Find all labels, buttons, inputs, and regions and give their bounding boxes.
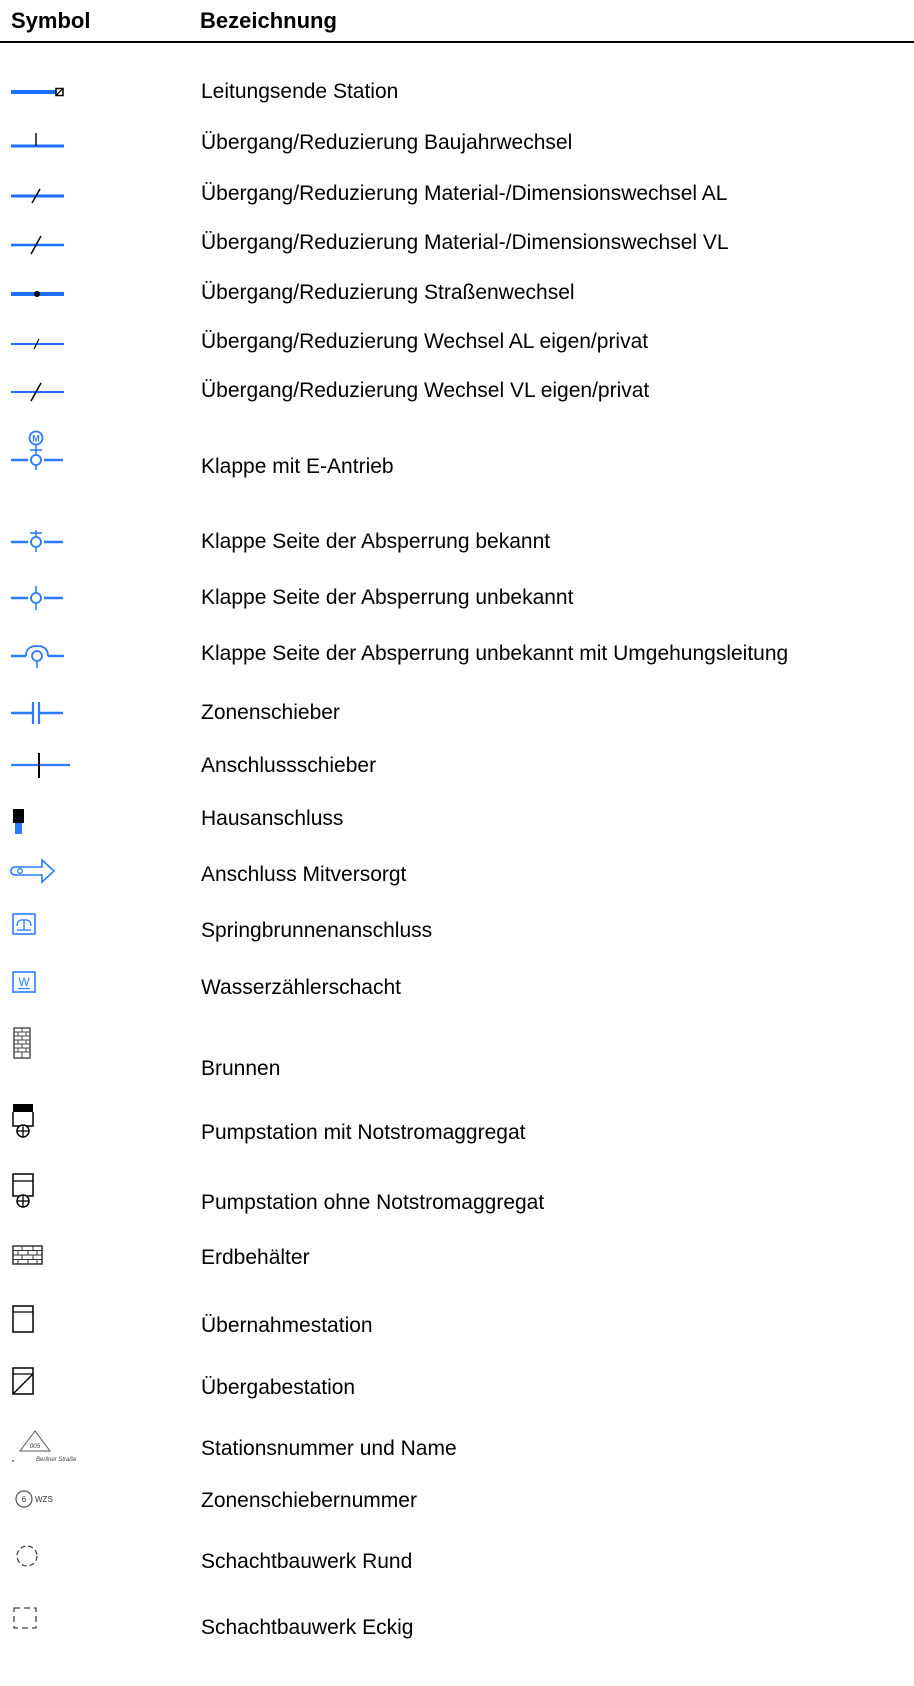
street-change-icon xyxy=(8,274,78,314)
station-number-text: 005 xyxy=(30,1443,41,1450)
valve-bypass-icon xyxy=(8,636,78,676)
legend-row: Übergang/Reduzierung Wechsel VL eigen/pr… xyxy=(0,372,914,412)
name-column-header: Bezeichnung xyxy=(200,8,337,33)
legend-label: Hausanschluss xyxy=(201,807,344,830)
legend-label: Stationsnummer und Name xyxy=(201,1437,457,1460)
legend-label: Klappe mit E-Antrieb xyxy=(201,455,394,478)
legend-label: Übergang/Reduzierung Wechsel AL eigen/pr… xyxy=(201,330,649,353)
water-meter-shaft-icon: W xyxy=(8,966,78,1006)
al-own-private-change-icon xyxy=(8,322,78,362)
legend-row: Leitungsende Station xyxy=(0,72,914,112)
legend-label: Klappe Seite der Absperrung unbekannt xyxy=(201,586,574,609)
legend-row: Klappe Seite der Absperrung unbekannt mi… xyxy=(0,636,914,676)
table-header: Symbol Bezeichnung xyxy=(0,0,914,42)
pump-station-emergency-power-icon xyxy=(8,1100,78,1160)
zone-gate-valve-icon xyxy=(8,696,78,736)
header-rule xyxy=(0,41,914,43)
legend-label: Wasserzählerschacht xyxy=(201,976,401,999)
legend-label: Schachtbauwerk Rund xyxy=(201,1550,413,1573)
legend-row: M Klappe mit E-Antrieb xyxy=(0,426,914,486)
legend-row: Übernahmestation xyxy=(0,1302,914,1342)
legend-row: Übergang/Reduzierung Baujahrwechsel xyxy=(0,121,914,161)
legend-row: 6 WZS Zonenschiebernummer xyxy=(0,1480,914,1520)
legend-row: Anschluss Mitversorgt xyxy=(0,852,914,892)
well-icon xyxy=(8,1025,78,1081)
legend-row: Pumpstation mit Notstromaggregat xyxy=(0,1100,914,1160)
legend-label: Übernahmestation xyxy=(201,1314,373,1337)
valve-side-unknown-icon xyxy=(8,580,78,620)
legend-label: Übergang/Reduzierung Straßenwechsel xyxy=(201,281,575,304)
legend-row: Übergabestation xyxy=(0,1364,914,1404)
line-end-station-icon xyxy=(8,72,78,112)
legend-label: Übergang/Reduzierung Wechsel VL eigen/pr… xyxy=(201,379,650,402)
legend-row: Übergang/Reduzierung Material-/Dimension… xyxy=(0,172,914,212)
legend-label: Klappe Seite der Absperrung bekannt xyxy=(201,530,551,553)
legend-row: Anschlussschieber xyxy=(0,748,914,788)
legend-row: Übergang/Reduzierung Wechsel AL eigen/pr… xyxy=(0,322,914,362)
co-supplied-connection-icon xyxy=(8,852,78,892)
valve-electric-drive-icon: M xyxy=(8,426,78,486)
vl-own-private-change-icon xyxy=(8,372,78,412)
legend-row: Übergang/Reduzierung Straßenwechsel xyxy=(0,274,914,314)
legend-label: Übergang/Reduzierung Material-/Dimension… xyxy=(201,231,729,254)
fountain-connection-icon xyxy=(8,908,78,948)
legend-row: W Wasserzählerschacht xyxy=(0,966,914,1006)
legend-label: Erdbehälter xyxy=(201,1246,310,1269)
legend-label: Übergang/Reduzierung Material-/Dimension… xyxy=(201,182,728,205)
station-name-text: Berliner Straße xyxy=(36,1457,77,1463)
legend-row: Klappe Seite der Absperrung bekannt xyxy=(0,526,914,566)
handover-station-icon xyxy=(8,1364,78,1404)
construction-year-change-icon xyxy=(8,121,78,161)
legend-row: Springbrunnenanschluss xyxy=(0,908,914,948)
legend-label: Übergang/Reduzierung Baujahrwechsel xyxy=(201,131,573,154)
legend-label: Springbrunnenanschluss xyxy=(201,919,433,942)
legend-label: Klappe Seite der Absperrung unbekannt mi… xyxy=(201,642,789,665)
manhole-square-icon xyxy=(8,1600,78,1640)
legend-row: Übergang/Reduzierung Material-/Dimension… xyxy=(0,225,914,265)
legend-label: Pumpstation mit Notstromaggregat xyxy=(201,1121,526,1144)
svg-text:W: W xyxy=(18,975,30,989)
legend-label: Brunnen xyxy=(201,1057,281,1080)
house-connection-icon xyxy=(8,800,78,840)
legend-row: Schachtbauwerk Eckig xyxy=(0,1600,914,1640)
legend-label: Anschlussschieber xyxy=(201,754,377,777)
zone-gate-number-icon: 6 WZS xyxy=(8,1480,78,1520)
legend-row: Pumpstation ohne Notstromaggregat xyxy=(0,1170,914,1226)
legend-label: Anschluss Mitversorgt xyxy=(201,863,407,886)
pump-station-no-emergency-power-icon xyxy=(8,1170,78,1226)
station-number-name-icon: 005 Berliner Straße xyxy=(8,1428,78,1468)
connection-gate-valve-icon xyxy=(8,748,78,788)
legend-row: 005 Berliner Straße Stationsnummer und N… xyxy=(0,1428,914,1468)
zone-gate-number-text: 6 xyxy=(22,1495,27,1504)
legend-label: Leitungsende Station xyxy=(201,80,399,103)
legend-label: Zonenschieber xyxy=(201,701,340,724)
ground-tank-icon xyxy=(8,1240,78,1280)
legend-row: Erdbehälter xyxy=(0,1240,914,1280)
material-change-al-icon xyxy=(8,172,78,212)
manhole-round-icon xyxy=(8,1538,78,1578)
legend-label: Pumpstation ohne Notstromaggregat xyxy=(201,1191,545,1214)
legend-row: Schachtbauwerk Rund xyxy=(0,1538,914,1578)
legend-row: Hausanschluss xyxy=(0,800,914,840)
material-change-vl-icon xyxy=(8,225,78,265)
legend-label: Zonenschiebernummer xyxy=(201,1489,417,1512)
valve-side-known-icon xyxy=(8,526,78,566)
legend-row: Zonenschieber xyxy=(0,696,914,736)
legend-row: Klappe Seite der Absperrung unbekannt xyxy=(0,580,914,620)
legend-label: Schachtbauwerk Eckig xyxy=(201,1616,414,1639)
zone-gate-code-text: WZS xyxy=(35,1495,53,1504)
takeover-station-icon xyxy=(8,1302,78,1342)
legend-row: Brunnen xyxy=(0,1025,914,1081)
legend-label: Übergabestation xyxy=(201,1376,356,1399)
symbol-column-header: Symbol xyxy=(11,8,91,33)
svg-text:M: M xyxy=(32,434,40,444)
